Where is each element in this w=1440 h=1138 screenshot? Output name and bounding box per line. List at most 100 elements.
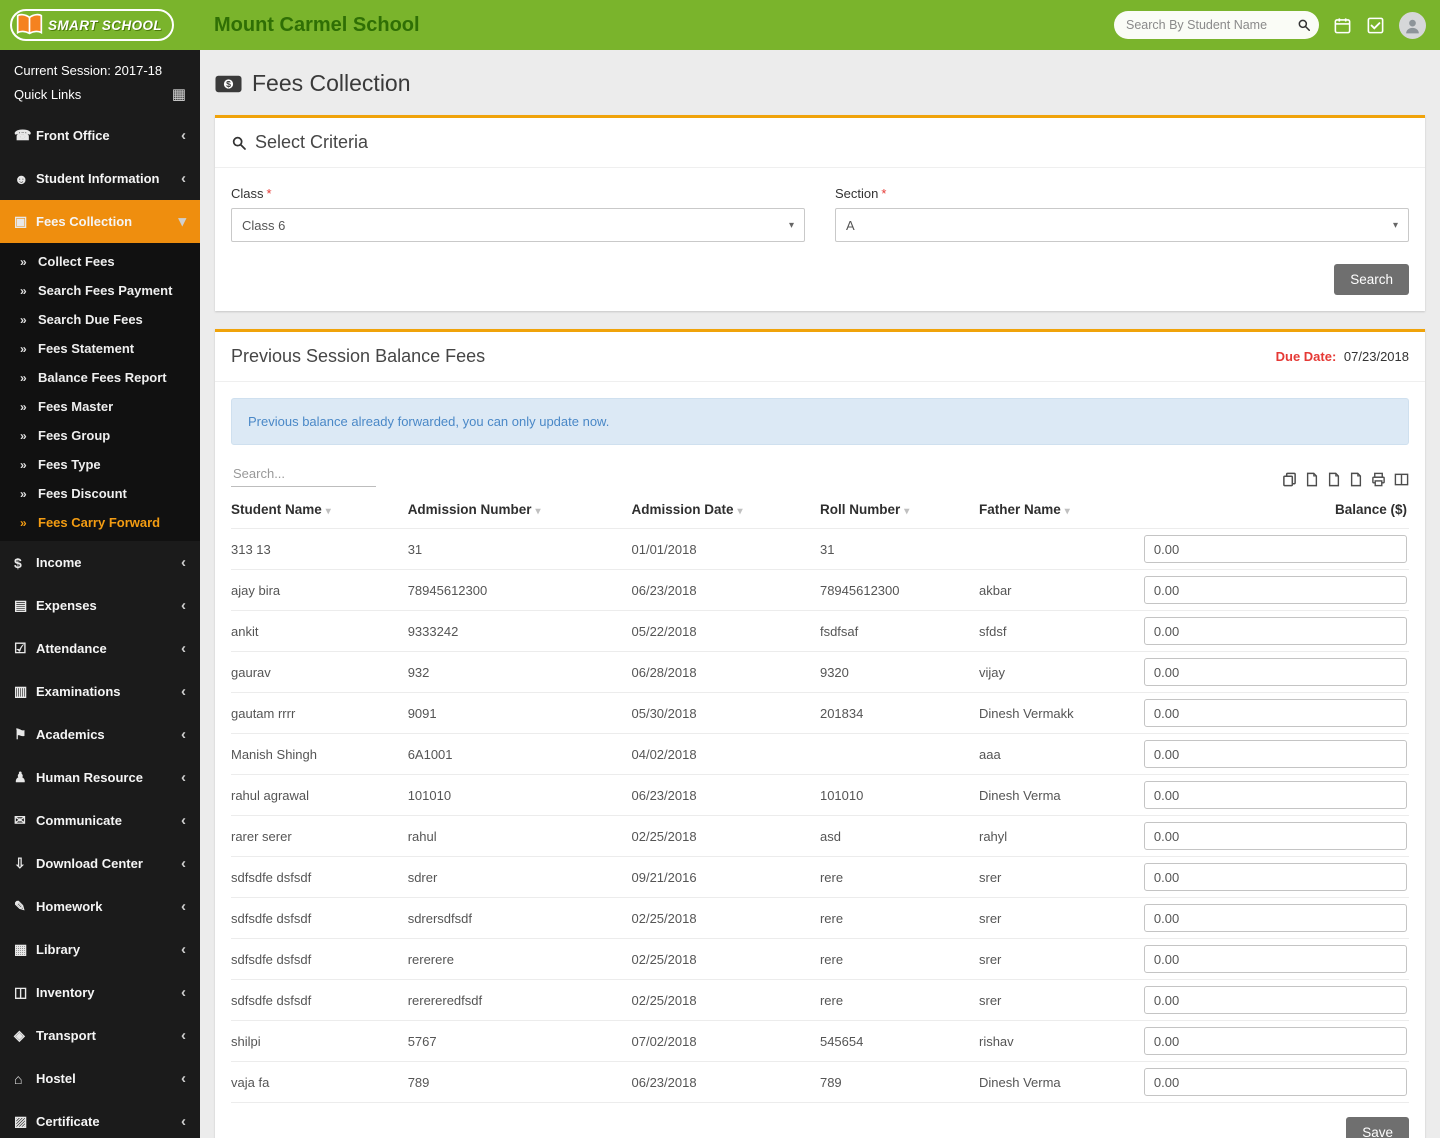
- print-icon[interactable]: [1371, 472, 1386, 487]
- admission-date-cell: 07/02/2018: [631, 1020, 820, 1062]
- pdf-icon[interactable]: [1349, 472, 1363, 487]
- balance-cell: [1143, 1061, 1409, 1103]
- sidebar-item-label: Download Center: [36, 856, 143, 871]
- sidebar-item-attendance[interactable]: ☑ Attendance ‹: [0, 627, 200, 670]
- sidebar-item-academics[interactable]: ⚑ Academics ‹: [0, 713, 200, 756]
- sidebar-subitem-fees-master[interactable]: » Fees Master: [0, 392, 200, 421]
- sidebar-subitem-fees-statement[interactable]: » Fees Statement: [0, 334, 200, 363]
- sidebar-item-communicate[interactable]: ✉ Communicate ‹: [0, 799, 200, 842]
- sidebar-subitem-label: Search Due Fees: [38, 312, 143, 327]
- sidebar-subitem-fees-discount[interactable]: » Fees Discount: [0, 479, 200, 508]
- balance-input[interactable]: [1143, 535, 1407, 563]
- sidebar-item-examinations[interactable]: ▥ Examinations ‹: [0, 670, 200, 713]
- sidebar-subitem-search-fees-payment[interactable]: » Search Fees Payment: [0, 276, 200, 305]
- sidebar-subitem-fees-carry-forward[interactable]: » Fees Carry Forward: [0, 508, 200, 537]
- export-icons: [1282, 472, 1409, 487]
- expenses-icon: ▤: [14, 597, 28, 613]
- sidebar-subitem-collect-fees[interactable]: » Collect Fees: [0, 247, 200, 276]
- tasks-icon[interactable]: [1366, 16, 1385, 35]
- search-icon[interactable]: [1297, 18, 1311, 32]
- sidebar-item-expenses[interactable]: ▤ Expenses ‹: [0, 584, 200, 627]
- communicate-icon: ✉: [14, 812, 26, 828]
- balance-input[interactable]: [1143, 822, 1407, 850]
- double-angle-icon: »: [20, 312, 27, 327]
- logo-badge: SMART SCHOOL: [10, 9, 175, 41]
- save-button[interactable]: Save: [1346, 1117, 1409, 1138]
- balance-input[interactable]: [1143, 617, 1407, 645]
- chevron-down-icon: ▾: [178, 213, 186, 230]
- chevron-left-icon: ‹: [181, 726, 186, 743]
- table-header-row: Student Name ▾ Admission Number ▾ Admission …: [231, 491, 1409, 529]
- column-header-admission-date[interactable]: Admission Date ▾: [632, 491, 820, 529]
- admission-date-cell: 05/30/2018: [631, 692, 820, 734]
- sidebar-item-label: Fees Collection: [36, 214, 133, 229]
- sidebar-subitem-label: Fees Master: [38, 399, 114, 414]
- class-label: Class: [231, 186, 264, 201]
- table-body: 313 133101/01/201831ajay bira78945612300…: [231, 528, 1409, 1103]
- sidebar-subitem-search-due-fees[interactable]: » Search Due Fees: [0, 305, 200, 334]
- balance-input[interactable]: [1143, 576, 1407, 604]
- sidebar-item-income[interactable]: $ Income ‹: [0, 541, 200, 584]
- sidebar-item-homework[interactable]: ✎ Homework ‹: [0, 885, 200, 928]
- columns-icon[interactable]: [1394, 472, 1409, 487]
- sidebar-item-certificate[interactable]: ▨ Certificate ‹: [0, 1100, 200, 1138]
- sidebar-item-human-resource[interactable]: ♟ Human Resource ‹: [0, 756, 200, 799]
- student-name-cell: ankit: [231, 610, 408, 652]
- column-header-father-name[interactable]: Father Name ▾: [979, 491, 1144, 529]
- class-field: Class * Class 6 ▾: [231, 186, 805, 242]
- balance-input[interactable]: [1143, 986, 1407, 1014]
- student-name-cell: sdfsdfe dsfsdf: [231, 897, 408, 939]
- copy-icon[interactable]: [1282, 472, 1297, 487]
- section-select[interactable]: A ▾: [835, 208, 1409, 242]
- header-search-input[interactable]: [1126, 18, 1297, 32]
- logo[interactable]: SMART SCHOOL: [0, 9, 200, 41]
- class-select[interactable]: Class 6 ▾: [231, 208, 805, 242]
- select-criteria-header: Select Criteria: [215, 118, 1425, 168]
- sidebar-subitem-fees-group[interactable]: » Fees Group: [0, 421, 200, 450]
- balance-input[interactable]: [1143, 658, 1407, 686]
- sidebar-subitem-fees-type[interactable]: » Fees Type: [0, 450, 200, 479]
- calendar-icon[interactable]: [1333, 16, 1352, 35]
- school-name: Mount Carmel School: [214, 13, 420, 36]
- front-office-icon: ☎: [14, 127, 32, 143]
- sidebar-item-student-information[interactable]: ☻ Student Information ‹: [0, 157, 200, 200]
- balance-input[interactable]: [1143, 1068, 1407, 1096]
- sidebar-item-label: Certificate: [36, 1114, 100, 1129]
- sort-icon: ▾: [535, 506, 541, 517]
- sidebar-subitem-balance-fees-report[interactable]: » Balance Fees Report: [0, 363, 200, 392]
- balance-fees-header: Previous Session Balance Fees Due Date: …: [215, 332, 1425, 382]
- balance-input[interactable]: [1143, 740, 1407, 768]
- sidebar-item-download-center[interactable]: ⇩ Download Center ‹: [0, 842, 200, 885]
- search-button[interactable]: Search: [1334, 264, 1409, 295]
- double-angle-icon: »: [20, 370, 27, 385]
- column-header-student-name[interactable]: Student Name ▾: [231, 491, 408, 529]
- balance-input[interactable]: [1143, 945, 1407, 973]
- column-header-roll-number[interactable]: Roll Number ▾: [820, 491, 979, 529]
- balance-cell: [1143, 610, 1409, 652]
- chevron-left-icon: ‹: [181, 1070, 186, 1087]
- csv-icon[interactable]: [1327, 472, 1341, 487]
- sidebar-item-library[interactable]: ▦ Library ‹: [0, 928, 200, 971]
- balance-input[interactable]: [1143, 1027, 1407, 1055]
- quick-links[interactable]: Quick Links ▦: [14, 83, 186, 107]
- balance-input[interactable]: [1143, 781, 1407, 809]
- sidebar-item-hostel[interactable]: ⌂ Hostel ‹: [0, 1057, 200, 1100]
- excel-icon[interactable]: [1305, 472, 1319, 487]
- column-header-admission-number[interactable]: Admission Number ▾: [408, 491, 632, 529]
- column-header-label: Admission Number: [407, 502, 532, 517]
- sidebar-item-front-office[interactable]: ☎ Front Office ‹: [0, 114, 200, 157]
- sidebar-item-fees-collection[interactable]: ▣ Fees Collection ▾: [0, 200, 200, 243]
- sidebar-item-transport[interactable]: ◈ Transport ‹: [0, 1014, 200, 1057]
- table-row: shilpi 5767 07/02/2018 545654 rishav: [231, 1020, 1409, 1062]
- sidebar-item-label: Front Office: [36, 128, 110, 143]
- chevron-left-icon: ‹: [181, 855, 186, 872]
- balance-input[interactable]: [1143, 863, 1407, 891]
- balance-input[interactable]: [1143, 904, 1407, 932]
- sidebar-item-inventory[interactable]: ◫ Inventory ‹: [0, 971, 200, 1014]
- student-name-cell: rahul agrawal: [231, 774, 408, 816]
- table-search-input[interactable]: [231, 461, 376, 487]
- balance-input[interactable]: [1143, 699, 1407, 727]
- double-angle-icon: »: [20, 283, 27, 298]
- user-avatar[interactable]: [1399, 11, 1426, 39]
- roll-number-cell: 201834: [819, 692, 979, 734]
